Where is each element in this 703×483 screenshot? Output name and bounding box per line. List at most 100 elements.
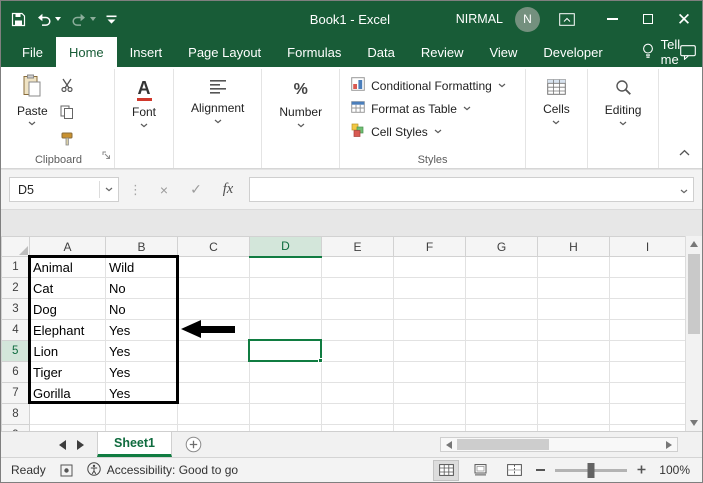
page-layout-view-icon[interactable]	[468, 461, 492, 480]
cell-C1[interactable]	[178, 257, 250, 278]
font-group-button[interactable]: A Font	[120, 71, 168, 128]
cell-F2[interactable]	[394, 278, 466, 299]
cell-B9[interactable]	[106, 425, 178, 432]
column-header-F[interactable]: F	[394, 237, 466, 257]
add-sheet-icon[interactable]	[178, 432, 208, 457]
cell-C3[interactable]	[178, 299, 250, 320]
tab-developer[interactable]: Developer	[530, 37, 615, 67]
cell-A3[interactable]: Dog	[30, 299, 106, 320]
cell-D7[interactable]	[250, 383, 322, 404]
cells-group-button[interactable]: Cells	[531, 71, 582, 125]
comment-icon[interactable]	[680, 37, 696, 67]
cell-E6[interactable]	[322, 362, 394, 383]
cell-G2[interactable]	[466, 278, 538, 299]
cell-F6[interactable]	[394, 362, 466, 383]
zoom-out-icon[interactable]	[536, 469, 545, 471]
cell-E1[interactable]	[322, 257, 394, 278]
cell-D6[interactable]	[250, 362, 322, 383]
zoom-slider-thumb[interactable]	[588, 463, 595, 478]
cell-C6[interactable]	[178, 362, 250, 383]
customize-quick-access-icon[interactable]	[106, 15, 117, 24]
column-header-D[interactable]: D	[250, 237, 322, 257]
cell-I4[interactable]	[610, 320, 686, 341]
cell-I2[interactable]	[610, 278, 686, 299]
user-name[interactable]: NIRMAL	[456, 12, 503, 26]
cell-I1[interactable]	[610, 257, 686, 278]
cell-D1[interactable]	[250, 257, 322, 278]
cell-G9[interactable]	[466, 425, 538, 432]
cell-H8[interactable]	[538, 404, 610, 425]
sheet-nav-left-icon[interactable]	[59, 440, 66, 450]
cell-D8[interactable]	[250, 404, 322, 425]
name-box[interactable]: D5	[9, 177, 119, 202]
row-header-3[interactable]: 3	[2, 299, 30, 320]
cell-A7[interactable]: Gorilla	[30, 383, 106, 404]
cell-C9[interactable]	[178, 425, 250, 432]
column-header-I[interactable]: I	[610, 237, 686, 257]
cell-B4[interactable]: Yes	[106, 320, 178, 341]
row-header-4[interactable]: 4	[2, 320, 30, 341]
cell-H9[interactable]	[538, 425, 610, 432]
cell-H4[interactable]	[538, 320, 610, 341]
row-header-6[interactable]: 6	[2, 362, 30, 383]
cell-A2[interactable]: Cat	[30, 278, 106, 299]
horizontal-scrollbar-thumb[interactable]	[457, 439, 549, 450]
cell-G1[interactable]	[466, 257, 538, 278]
scroll-left-icon[interactable]	[441, 438, 457, 451]
insert-function-icon[interactable]: fx	[217, 181, 239, 198]
cell-F8[interactable]	[394, 404, 466, 425]
cell-G7[interactable]	[466, 383, 538, 404]
cell-F7[interactable]	[394, 383, 466, 404]
cell-F5[interactable]	[394, 341, 466, 362]
paste-button[interactable]: Paste	[8, 71, 57, 126]
maximize-button[interactable]	[630, 1, 666, 37]
cell-E2[interactable]	[322, 278, 394, 299]
cell-styles-button[interactable]: Cell Styles	[348, 121, 445, 142]
tab-page-layout[interactable]: Page Layout	[175, 37, 274, 67]
cell-H2[interactable]	[538, 278, 610, 299]
cell-H5[interactable]	[538, 341, 610, 362]
tab-data[interactable]: Data	[354, 37, 407, 67]
alignment-group-button[interactable]: Alignment	[179, 71, 256, 124]
page-break-view-icon[interactable]	[502, 461, 526, 480]
cell-B5[interactable]: Yes	[106, 341, 178, 362]
cell-I5[interactable]	[610, 341, 686, 362]
cell-I7[interactable]	[610, 383, 686, 404]
name-box-dropdown-icon[interactable]	[100, 187, 118, 192]
cell-F9[interactable]	[394, 425, 466, 432]
column-header-G[interactable]: G	[466, 237, 538, 257]
select-all-button[interactable]	[2, 237, 30, 257]
cell-B8[interactable]	[106, 404, 178, 425]
cell-A6[interactable]: Tiger	[30, 362, 106, 383]
tell-me[interactable]: Tell me	[642, 37, 681, 67]
accessibility-status[interactable]: Accessibility: Good to go	[87, 462, 238, 479]
cell-E5[interactable]	[322, 341, 394, 362]
tab-home[interactable]: Home	[56, 37, 117, 67]
cell-B3[interactable]: No	[106, 299, 178, 320]
ribbon-display-options-icon[interactable]	[552, 1, 582, 37]
cell-I9[interactable]	[610, 425, 686, 432]
cell-D4[interactable]	[250, 320, 322, 341]
row-header-2[interactable]: 2	[2, 278, 30, 299]
avatar[interactable]: N	[515, 7, 540, 32]
clipboard-dialog-launcher-icon[interactable]	[102, 147, 111, 165]
cell-B6[interactable]: Yes	[106, 362, 178, 383]
cell-E3[interactable]	[322, 299, 394, 320]
cell-E9[interactable]	[322, 425, 394, 432]
cell-D9[interactable]	[250, 425, 322, 432]
cell-G3[interactable]	[466, 299, 538, 320]
column-header-E[interactable]: E	[322, 237, 394, 257]
conditional-formatting-button[interactable]: Conditional Formatting	[348, 75, 509, 96]
scroll-down-icon[interactable]	[686, 415, 702, 431]
row-header-8[interactable]: 8	[2, 404, 30, 425]
zoom-in-icon[interactable]	[637, 463, 646, 477]
cell-C2[interactable]	[178, 278, 250, 299]
zoom-slider[interactable]	[555, 469, 627, 472]
column-header-C[interactable]: C	[178, 237, 250, 257]
cell-G8[interactable]	[466, 404, 538, 425]
cell-C5[interactable]	[178, 341, 250, 362]
scroll-right-icon[interactable]	[661, 438, 677, 451]
cell-C8[interactable]	[178, 404, 250, 425]
column-header-H[interactable]: H	[538, 237, 610, 257]
cell-H1[interactable]	[538, 257, 610, 278]
